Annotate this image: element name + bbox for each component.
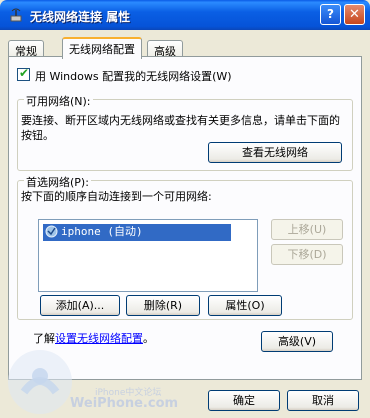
tab-wireless-networks[interactable]: 无线网络配置 [62,37,142,59]
remove-button[interactable]: 删除(R) [126,295,200,316]
add-button[interactable]: 添加(A)... [40,295,120,316]
cancel-button[interactable]: 取消 [287,390,359,411]
wireless-network-icon [45,225,58,238]
network-name: iphone (自动) [61,225,143,238]
move-up-button[interactable]: 上移(U) [271,219,343,240]
available-networks-description: 要连接、断开区域内无线网络或查找有关更多信息，请单击下面的按钮。 [21,114,340,142]
available-networks-label: 可用网络(N): [24,93,93,109]
move-down-button[interactable]: 下移(D) [271,244,343,265]
preferred-networks-list[interactable]: iphone (自动) [38,219,258,292]
network-connection-icon [10,8,22,22]
watermark-title: WeiPhone.com [70,396,179,411]
close-button[interactable]: ✕ [344,4,365,25]
use-windows-checkbox[interactable]: ✔ [17,66,30,81]
use-windows-label: 用 Windows 配置我的无线网络设置(W) [35,70,232,83]
view-wireless-networks-button[interactable]: 查看无线网络 [208,142,342,163]
check-mark-icon: ✔ [19,66,30,80]
advanced-button[interactable]: 高级(V) [261,331,333,352]
tab-panel: ✔ 用 Windows 配置我的无线网络设置(W) 可用网络(N): 要连接、断… [8,56,362,380]
list-item[interactable]: iphone (自动) [43,224,231,241]
available-networks-group: 可用网络(N): 要连接、断开区域内无线网络或查找有关更多信息，请单击下面的按钮… [17,93,353,171]
help-button[interactable]: ? [320,4,341,25]
preferred-networks-group: 首选网络(P): 按下面的顺序自动连接到一个可用网络: iphone (自动) … [17,174,353,320]
properties-button[interactable]: 属性(O) [208,295,282,316]
preferred-networks-description: 按下面的顺序自动连接到一个可用网络: [21,190,212,203]
ok-button[interactable]: 确定 [208,390,280,411]
window-title: 无线网络连接 属性 [30,10,131,24]
title-bar: 无线网络连接 属性 ? ✕ [0,0,370,30]
